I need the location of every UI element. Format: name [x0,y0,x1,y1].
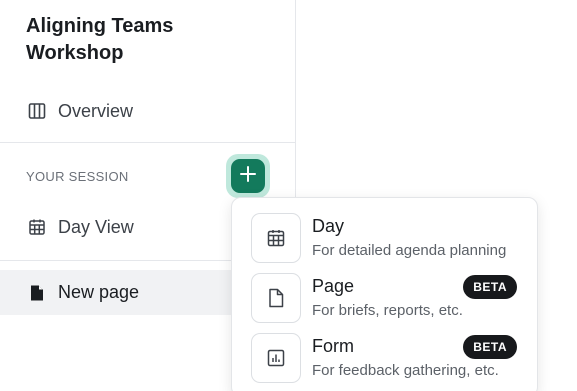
beta-badge: BETA [463,275,517,299]
menu-item-description: For feedback gathering, etc. [312,362,499,379]
menu-item-title: Day [312,216,345,236]
sidebar-item-overview[interactable]: Overview [0,89,296,133]
beta-badge: BETA [463,335,517,359]
plus-icon [239,165,257,188]
menu-item-title: Form [312,336,354,356]
add-page-button[interactable] [231,159,265,193]
menu-item-form[interactable]: Form For feedback gathering, etc. BETA [232,331,537,389]
sidebar-item-label: New page [58,282,140,302]
chart-icon [251,333,301,383]
menu-item-day[interactable]: Day For detailed agenda planning [232,211,537,269]
section-label: YOUR SESSION [26,169,129,184]
menu-item-page[interactable]: Page For briefs, reports, etc. BETA [232,271,537,329]
columns-icon [27,101,47,121]
sidebar-item-label: Overview [58,100,134,121]
menu-item-title: Page [312,276,355,296]
menu-item-description: For detailed agenda planning [312,242,507,259]
sidebar-item-label: Day View [58,216,134,237]
workspace-title: Aligning Teams Workshop [26,15,174,64]
file-icon [27,283,47,303]
add-page-menu: Day For detailed agenda planning Page Fo… [231,197,538,391]
add-button-focus-ring [226,154,270,198]
calendar-icon [251,213,301,263]
menu-item-description: For briefs, reports, etc. [312,302,463,319]
calendar-icon [27,217,47,237]
document-icon [251,273,301,323]
divider [0,142,296,143]
